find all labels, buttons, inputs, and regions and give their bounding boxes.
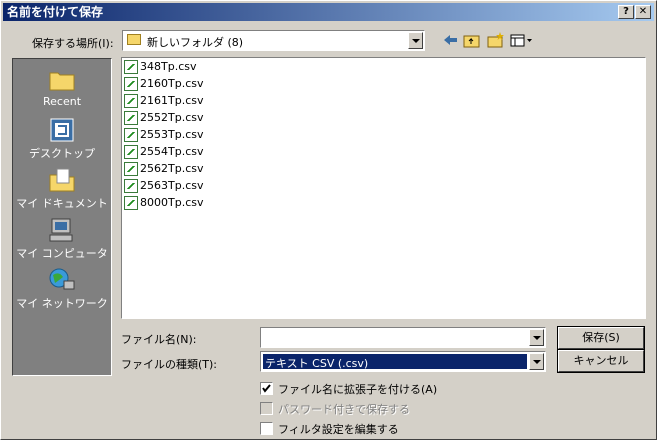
- place-my-documents[interactable]: マイ ドキュメント: [13, 167, 111, 211]
- file-item[interactable]: 2562Tp.csv: [124, 161, 203, 177]
- file-item[interactable]: 2554Tp.csv: [124, 144, 203, 160]
- place-desktop[interactable]: デスクトップ: [13, 117, 111, 161]
- filetype-value: テキスト CSV (.csv): [265, 357, 369, 370]
- up-folder-icon[interactable]: [463, 31, 481, 49]
- desktop-icon: [48, 117, 76, 143]
- place-label: マイ ネットワーク: [16, 297, 108, 310]
- place-my-network[interactable]: マイ ネットワーク: [13, 267, 111, 311]
- view-menu-icon[interactable]: [510, 31, 534, 49]
- dialog-title: 名前を付けて保存: [7, 5, 104, 19]
- csv-file-icon: [124, 128, 138, 142]
- filename-dropdown-button[interactable]: [529, 329, 544, 346]
- location-combo[interactable]: 新しいフォルダ (8): [122, 30, 425, 51]
- places-bar: Recent デスクトップ マイ ドキュメント マイ コンピュータ マイ ネット…: [12, 58, 112, 376]
- place-label: マイ コンピュータ: [16, 247, 108, 260]
- file-item[interactable]: 8000Tp.csv: [124, 195, 203, 211]
- back-arrow-icon[interactable]: [442, 31, 460, 49]
- my-network-icon: [48, 267, 76, 293]
- csv-file-icon: [124, 179, 138, 193]
- filter-settings-label[interactable]: フィルタ設定を編集する: [278, 421, 399, 437]
- place-label: Recent: [42, 95, 82, 108]
- csv-file-icon: [124, 111, 138, 125]
- csv-file-icon: [124, 94, 138, 108]
- file-item[interactable]: 2160Tp.csv: [124, 76, 203, 92]
- close-button[interactable]: ✕: [635, 5, 651, 19]
- auto-extension-checkbox[interactable]: [260, 382, 273, 395]
- file-item[interactable]: 2161Tp.csv: [124, 93, 203, 109]
- folder-icon: [127, 34, 141, 45]
- password-checkbox: [260, 402, 273, 415]
- title-bar[interactable]: 名前を付けて保存: [3, 3, 654, 21]
- filetype-select[interactable]: テキスト CSV (.csv): [260, 351, 546, 372]
- recent-folder-icon: [48, 67, 76, 93]
- save-button[interactable]: 保存(S): [557, 326, 645, 350]
- file-item[interactable]: 348Tp.csv: [124, 59, 196, 75]
- csv-file-icon: [124, 145, 138, 159]
- place-label: マイ ドキュメント: [16, 197, 108, 210]
- new-folder-icon[interactable]: [487, 31, 505, 49]
- csv-file-icon: [124, 196, 138, 210]
- location-label: 保存する場所(I):: [32, 37, 114, 50]
- location-dropdown-button[interactable]: [408, 32, 423, 49]
- csv-file-icon: [124, 60, 138, 74]
- csv-file-icon: [124, 77, 138, 91]
- my-computer-icon: [48, 217, 76, 243]
- file-item[interactable]: 2563Tp.csv: [124, 178, 203, 194]
- location-value: 新しいフォルダ (8): [147, 36, 244, 49]
- csv-file-icon: [124, 162, 138, 176]
- filename-field[interactable]: [260, 327, 546, 348]
- filename-label: ファイル名(N):: [121, 333, 197, 346]
- file-item[interactable]: 2553Tp.csv: [124, 127, 203, 143]
- file-list[interactable]: 348Tp.csv 2160Tp.csv 2161Tp.csv 2552Tp.c…: [121, 57, 646, 319]
- place-my-computer[interactable]: マイ コンピュータ: [13, 217, 111, 261]
- place-label: デスクトップ: [29, 147, 95, 160]
- my-documents-icon: [48, 167, 76, 193]
- save-as-dialog: 名前を付けて保存 ? ✕ 保存する場所(I): 新しいフォルダ (8) Rece…: [0, 0, 657, 440]
- password-label: パスワード付きで保存する: [278, 403, 410, 416]
- filetype-dropdown-button[interactable]: [529, 353, 544, 370]
- filetype-label: ファイルの種類(T):: [121, 358, 218, 371]
- place-recent[interactable]: Recent: [13, 67, 111, 108]
- help-button[interactable]: ?: [618, 5, 634, 19]
- auto-extension-label[interactable]: ファイル名に拡張子を付ける(A): [278, 381, 437, 397]
- filter-settings-checkbox[interactable]: [260, 422, 273, 435]
- cancel-button[interactable]: キャンセル: [557, 349, 645, 373]
- file-item[interactable]: 2552Tp.csv: [124, 110, 203, 126]
